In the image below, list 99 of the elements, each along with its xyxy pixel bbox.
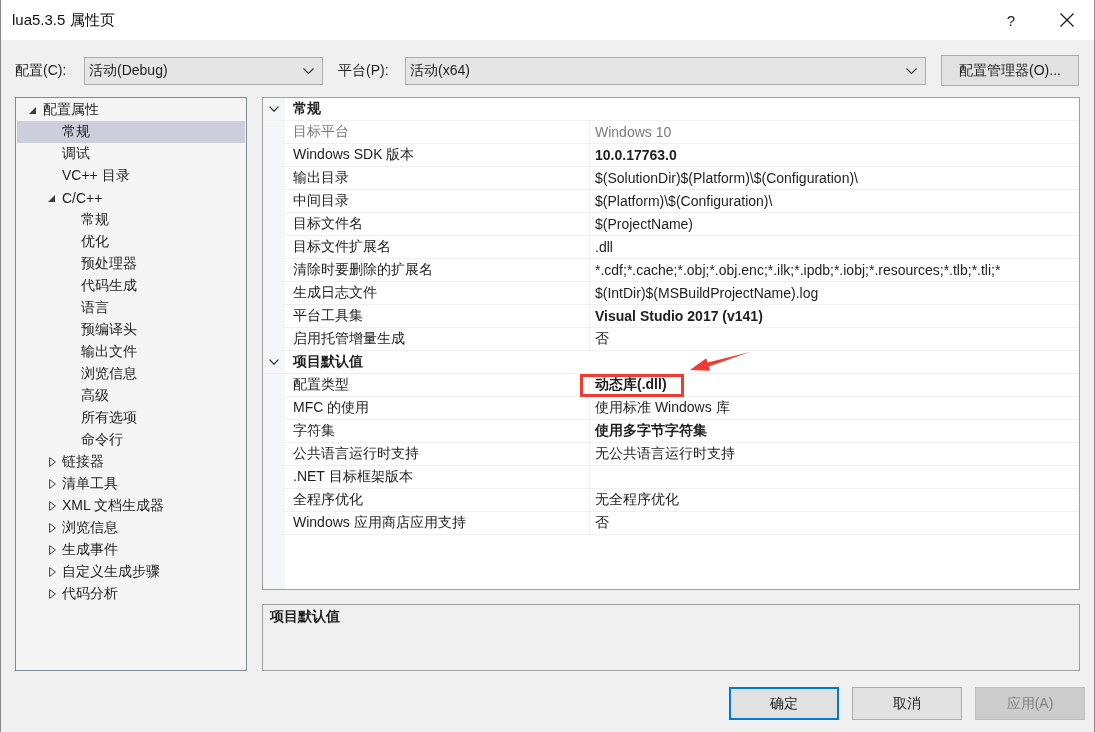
property-value: 无公共语言运行时支持	[595, 445, 735, 463]
property-row[interactable]: Windows 应用商店应用支持 否	[285, 512, 1079, 535]
property-row[interactable]: .NET 目标框架版本	[285, 466, 1079, 489]
tree-item[interactable]: 链接器	[17, 451, 245, 473]
property-name: .NET 目标框架版本	[285, 466, 590, 488]
property-row[interactable]: 公共语言运行时支持 无公共语言运行时支持	[285, 443, 1079, 466]
close-icon	[1060, 13, 1074, 27]
tree-item[interactable]: 清单工具	[17, 473, 245, 495]
expanded-triangle-icon[interactable]	[29, 106, 36, 114]
property-name: 全程序优化	[285, 489, 590, 511]
property-value: $(IntDir)$(MSBuildProjectName).log	[595, 285, 819, 301]
property-name: 生成日志文件	[285, 282, 590, 304]
property-value: $(Platform)\$(Configuration)\	[595, 193, 773, 209]
property-value: 使用标准 Windows 库	[595, 399, 730, 417]
property-name: MFC 的使用	[285, 397, 590, 419]
tree-item[interactable]: 所有选项	[17, 407, 245, 429]
property-row[interactable]: 生成日志文件 $(IntDir)$(MSBuildProjectName).log	[285, 282, 1079, 305]
tree-item[interactable]: 代码分析	[17, 583, 245, 605]
property-name: Windows 应用商店应用支持	[285, 512, 590, 534]
property-name: 输出目录	[285, 167, 590, 189]
chevron-down-icon[interactable]	[269, 359, 279, 365]
property-name: 目标平台	[285, 121, 590, 143]
collapsed-triangle-icon[interactable]	[49, 567, 56, 577]
field-label: 平台(P):	[338, 61, 390, 80]
property-value: 无全程序优化	[595, 491, 679, 509]
property-name: 目标文件扩展名	[285, 236, 590, 258]
collapsed-triangle-icon[interactable]	[49, 523, 56, 533]
configuration-dropdown[interactable]: 活动(Debug)	[84, 56, 323, 85]
property-value: $(ProjectName)	[595, 216, 694, 232]
tree-item[interactable]: 命令行	[17, 429, 245, 451]
category-header[interactable]: 常规	[263, 98, 327, 120]
field-label: 配置(C):	[15, 61, 68, 80]
dialog-button[interactable]: 取消	[852, 687, 962, 720]
tree-item[interactable]: 生成事件	[17, 539, 245, 561]
collapsed-triangle-icon[interactable]	[49, 589, 56, 599]
tree-item[interactable]: 高级	[17, 385, 245, 407]
property-name: 字符集	[285, 420, 590, 442]
property-name: 启用托管增量生成	[285, 328, 590, 350]
chevron-down-icon	[303, 67, 314, 74]
tree-item[interactable]: VC++ 目录	[17, 165, 245, 187]
tree-item[interactable]: 预处理器	[17, 253, 245, 275]
tree-item[interactable]: 语言	[17, 297, 245, 319]
property-value: 10.0.17763.0	[595, 147, 677, 163]
property-name: 清除时要删除的扩展名	[285, 259, 590, 281]
property-value: 否	[595, 330, 609, 348]
property-row[interactable]: 中间目录 $(Platform)\$(Configuration)\	[285, 190, 1079, 213]
property-value: $(SolutionDir)$(Platform)\$(Configuration)\	[595, 170, 858, 186]
property-row[interactable]: 目标文件扩展名 .dll	[285, 236, 1079, 259]
property-name: 中间目录	[285, 190, 590, 212]
property-row[interactable]: 全程序优化 无全程序优化	[285, 489, 1079, 512]
chevron-down-icon	[906, 67, 917, 74]
property-name: 公共语言运行时支持	[285, 443, 590, 465]
property-row[interactable]: 目标文件名 $(ProjectName)	[285, 213, 1079, 236]
description-title: 项目默认值	[270, 608, 340, 624]
tree-item[interactable]: 优化	[17, 231, 245, 253]
property-row[interactable]: 字符集 使用多字节字符集	[285, 420, 1079, 443]
property-row[interactable]: 启用托管增量生成 否	[285, 328, 1079, 351]
platform-dropdown[interactable]: 活动(x64)	[405, 56, 926, 85]
pointer-arrow-icon	[690, 351, 750, 373]
tree-item[interactable]: 输出文件	[17, 341, 245, 363]
help-button[interactable]: ?	[998, 5, 1024, 35]
property-row[interactable]: MFC 的使用 使用标准 Windows 库	[285, 397, 1079, 420]
property-name: 配置类型	[285, 374, 590, 396]
tree-item[interactable]: 调试	[17, 143, 245, 165]
tree-item[interactable]: 预编译头	[17, 319, 245, 341]
property-value: Visual Studio 2017 (v141)	[595, 308, 763, 324]
property-name: 目标文件名	[285, 213, 590, 235]
property-value: 否	[595, 514, 609, 532]
collapsed-triangle-icon[interactable]	[49, 545, 56, 555]
expanded-triangle-icon[interactable]	[48, 194, 55, 202]
property-value: Windows 10	[595, 124, 672, 140]
property-value: 使用多字节字符集	[595, 422, 707, 440]
tree-item[interactable]: 配置属性	[17, 99, 245, 121]
property-row[interactable]: 清除时要删除的扩展名 *.cdf;*.cache;*.obj;*.obj.enc;*.ilk;*.ipdb;*.iobj;*.resources;*.tlb;*.tli;*	[285, 259, 1079, 282]
tree-item[interactable]: 浏览信息	[17, 517, 245, 539]
property-name: 平台工具集	[285, 305, 590, 327]
property-name: Windows SDK 版本	[285, 144, 590, 166]
tree-item[interactable]: 常规	[17, 121, 245, 143]
ok-button[interactable]: 确定	[729, 687, 839, 720]
tree-item[interactable]: 常规	[17, 209, 245, 231]
tree-item[interactable]: XML 文档生成器	[17, 495, 245, 517]
property-value: *.cdf;*.cache;*.obj;*.obj.enc;*.ilk;*.ipdb;*.iobj;*.resources;*.tlb;*.tli;*	[595, 262, 1001, 278]
property-row[interactable]: Windows SDK 版本 10.0.17763.0	[285, 144, 1079, 167]
collapsed-triangle-icon[interactable]	[49, 501, 56, 511]
tree-item[interactable]: 浏览信息	[17, 363, 245, 385]
property-row[interactable]: 平台工具集 Visual Studio 2017 (v141)	[285, 305, 1079, 328]
category-header[interactable]: 项目默认值	[263, 351, 369, 373]
property-value: 动态库(.dll)	[580, 373, 684, 397]
property-value: .dll	[595, 239, 613, 255]
chevron-down-icon[interactable]	[269, 106, 279, 112]
window-title: lua5.3.5 属性页	[12, 10, 115, 30]
collapsed-triangle-icon[interactable]	[49, 479, 56, 489]
property-row[interactable]: 输出目录 $(SolutionDir)$(Platform)\$(Configuration)\	[285, 167, 1079, 190]
tree-item[interactable]: 代码生成	[17, 275, 245, 297]
tree-item[interactable]: C/C++	[17, 187, 245, 209]
property-row[interactable]: 配置类型 动态库(.dll)	[285, 374, 1079, 397]
collapsed-triangle-icon[interactable]	[49, 457, 56, 467]
configuration-manager-button[interactable]: 配置管理器(O)...	[941, 55, 1079, 86]
tree-item[interactable]: 自定义生成步骤	[17, 561, 245, 583]
